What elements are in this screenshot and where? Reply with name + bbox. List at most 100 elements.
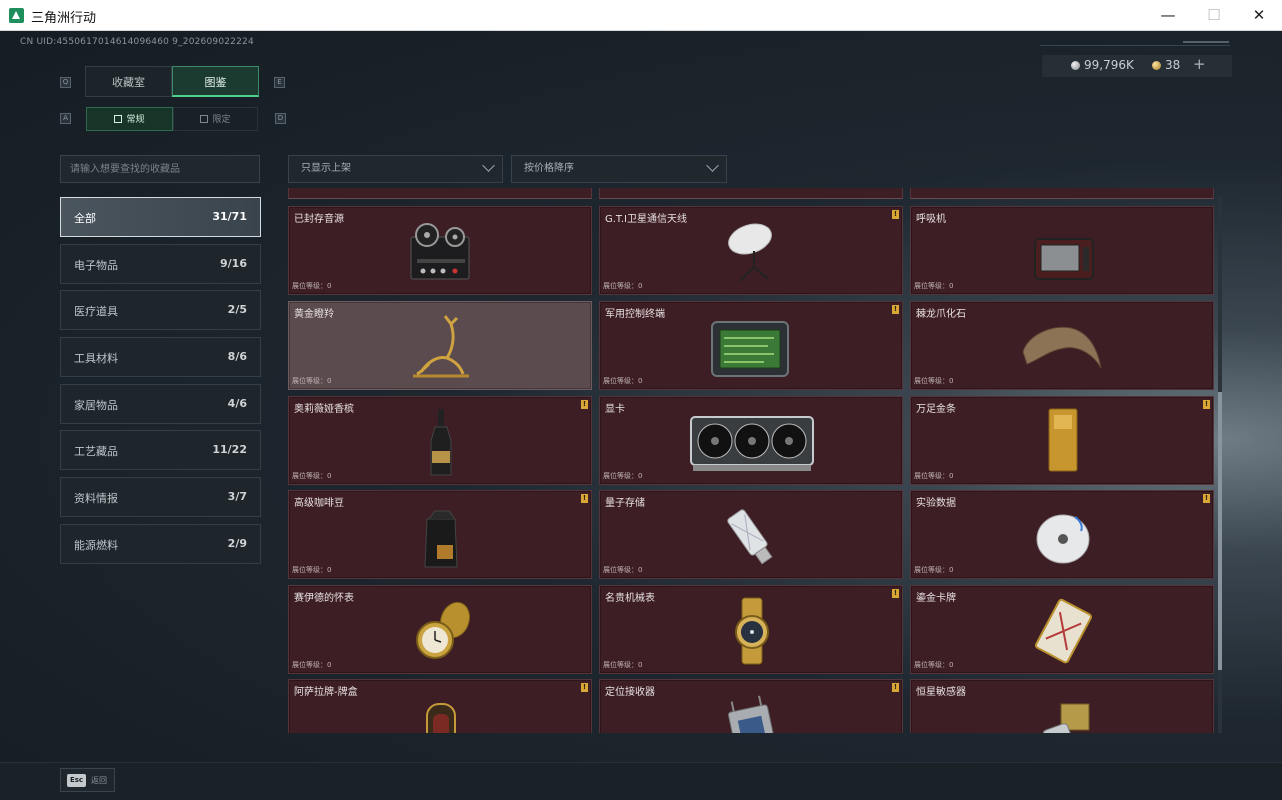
tab-limited[interactable]: 限定 — [173, 107, 258, 131]
item-card-champagne[interactable]: 奥莉薇娅香槟 ! 展位等级：0 — [288, 396, 592, 485]
star-sensor-icon — [1042, 703, 1090, 733]
partial-item-card[interactable] — [910, 188, 1214, 199]
category-energy[interactable]: 能源燃料 2/9 — [60, 524, 261, 564]
item-card-graphics-card[interactable]: 显卡 展位等级：0 — [599, 396, 903, 485]
category-all[interactable]: 全部 31/71 — [60, 197, 261, 237]
category-name: 全部 — [74, 212, 96, 225]
claw-fossil-icon — [1022, 326, 1102, 369]
item-name: 万足金条 — [916, 404, 956, 415]
category-count: 2/9 — [227, 537, 247, 550]
item-card-mechanical-watch[interactable]: 名贵机械表 ! 展位等级：0 — [599, 585, 903, 674]
item-card-positioning-receiver[interactable]: 定位接收器 ! 展位等级：0 — [599, 679, 903, 733]
warning-badge-icon: ! — [892, 683, 899, 692]
minimize-button[interactable]: — — [1145, 0, 1191, 31]
chevron-down-icon — [482, 159, 495, 172]
item-card-experiment-data[interactable]: 实验数据 ! 展位等级：0 — [910, 490, 1214, 579]
warning-badge-icon: ! — [892, 589, 899, 598]
item-level: 展位等级：0 — [914, 661, 954, 669]
category-count: 2/5 — [227, 303, 247, 316]
window-title: 三角洲行动 — [31, 11, 97, 26]
category-tools[interactable]: 工具材料 8/6 — [60, 337, 261, 377]
item-card-sealed-audio[interactable]: 已封存音源 展位等级：0 — [288, 206, 592, 295]
warning-badge-icon: ! — [581, 683, 588, 692]
item-level: 展位等级：0 — [914, 566, 954, 574]
key-hint-d: D — [275, 113, 286, 124]
partial-item-card[interactable] — [599, 188, 903, 199]
gold-bar-icon — [1048, 408, 1078, 472]
close-button[interactable]: ✕ — [1236, 0, 1282, 31]
receiver-icon — [727, 695, 777, 733]
title-bar: 三角洲行动 — ☐ ✕ — [0, 0, 1282, 31]
coffee-bag-icon — [424, 510, 458, 568]
item-card-satellite-antenna[interactable]: G.T.I卫星通信天线 ! 展位等级：0 — [599, 206, 903, 295]
item-name: 呼吸机 — [916, 214, 946, 225]
item-card-gold-bar[interactable]: 万足金条 ! 展位等级：0 — [910, 396, 1214, 485]
item-card-claw-fossil[interactable]: 棘龙爪化石 展位等级：0 — [910, 301, 1214, 390]
item-card-coffee-beans[interactable]: 高级咖啡豆 ! 展位等级：0 — [288, 490, 592, 579]
item-name: 高级咖啡豆 — [294, 498, 344, 509]
item-card-golden-gazelle[interactable]: 黄金瞪羚 展位等级：0 — [288, 301, 592, 390]
search-input[interactable] — [60, 155, 260, 183]
category-electronics[interactable]: 电子物品 9/16 — [60, 244, 261, 284]
satellite-dish-icon — [728, 223, 772, 282]
item-level: 展位等级：0 — [603, 377, 643, 385]
item-name: 黄金瞪羚 — [294, 309, 334, 320]
graphics-card-icon — [690, 416, 814, 471]
key-hint-q: Q — [60, 77, 71, 88]
category-name: 工具材料 — [74, 352, 118, 365]
key-hint-a: A — [60, 113, 71, 124]
app-logo-icon — [9, 8, 24, 23]
add-currency-button[interactable]: + — [1193, 55, 1206, 73]
header-accent-line — [1183, 41, 1229, 43]
item-name: 显卡 — [605, 404, 625, 415]
partial-item-card[interactable] — [288, 188, 592, 199]
tab-catalog[interactable]: 图鉴 — [172, 66, 259, 97]
item-card-ventilator[interactable]: 呼吸机 展位等级：0 — [910, 206, 1214, 295]
item-level: 展位等级：0 — [603, 282, 643, 290]
wrist-watch-icon — [735, 597, 769, 665]
sort-dropdown[interactable]: 按价格降序 — [511, 155, 727, 183]
item-name: 军用控制终端 — [605, 309, 665, 320]
warning-badge-icon: ! — [581, 494, 588, 503]
item-name: 已封存音源 — [294, 214, 344, 225]
category-crafts[interactable]: 工艺藏品 11/22 — [60, 430, 261, 470]
item-name: 赛伊德的怀表 — [294, 593, 354, 604]
back-button[interactable]: Esc 返回 — [60, 768, 115, 792]
item-name: G.T.I卫星通信天线 — [605, 214, 687, 225]
category-count: 4/6 — [227, 397, 247, 410]
item-name: 棘龙爪化石 — [916, 309, 966, 320]
disc-icon — [1036, 514, 1090, 564]
item-card-star-sensor[interactable]: 恒星敏感器 展位等级：0 — [910, 679, 1214, 733]
esc-key-icon: Esc — [67, 774, 86, 787]
category-medical[interactable]: 医疗道具 2/5 — [60, 290, 261, 330]
item-card-quantum-storage[interactable]: 量子存储 展位等级：0 — [599, 490, 903, 579]
item-level: 展位等级：0 — [292, 472, 332, 480]
shelf-filter-value: 只显示上架 — [301, 163, 351, 174]
maximize-button[interactable]: ☐ — [1191, 0, 1237, 31]
category-name: 家居物品 — [74, 399, 118, 412]
category-household[interactable]: 家居物品 4/6 — [60, 384, 261, 424]
tab-regular[interactable]: 常规 — [86, 107, 173, 131]
item-card-control-terminal[interactable]: 军用控制终端 ! 展位等级：0 — [599, 301, 903, 390]
tab-collection-room[interactable]: 收藏室 — [85, 66, 172, 97]
shelf-filter-dropdown[interactable]: 只显示上架 — [288, 155, 503, 183]
currency-panel: 99,796K 38 + — [1042, 55, 1232, 77]
category-count: 31/71 — [212, 210, 247, 223]
tab-regular-label: 常规 — [126, 115, 145, 125]
control-terminal-icon — [711, 321, 789, 377]
item-name: 阿萨拉牌-牌盒 — [294, 687, 358, 698]
category-intel[interactable]: 资料情报 3/7 — [60, 477, 261, 517]
item-card-gilded-card[interactable]: 鎏金卡牌 展位等级：0 — [910, 585, 1214, 674]
warning-badge-icon: ! — [1203, 494, 1210, 503]
item-name: 鎏金卡牌 — [916, 593, 956, 604]
silver-balance: 99,796K — [1084, 58, 1134, 72]
gold-balance: 38 — [1165, 58, 1181, 72]
item-level: 展位等级：0 — [914, 377, 954, 385]
warning-badge-icon: ! — [892, 210, 899, 219]
category-name: 资料情报 — [74, 492, 118, 505]
silver-coin-icon — [1071, 61, 1080, 70]
item-card-card-box[interactable]: 阿萨拉牌-牌盒 ! 展位等级：0 — [288, 679, 592, 733]
item-level: 展位等级：0 — [603, 661, 643, 669]
grid-scrollbar-thumb[interactable] — [1218, 392, 1222, 670]
item-card-pocket-watch[interactable]: 赛伊德的怀表 展位等级：0 — [288, 585, 592, 674]
